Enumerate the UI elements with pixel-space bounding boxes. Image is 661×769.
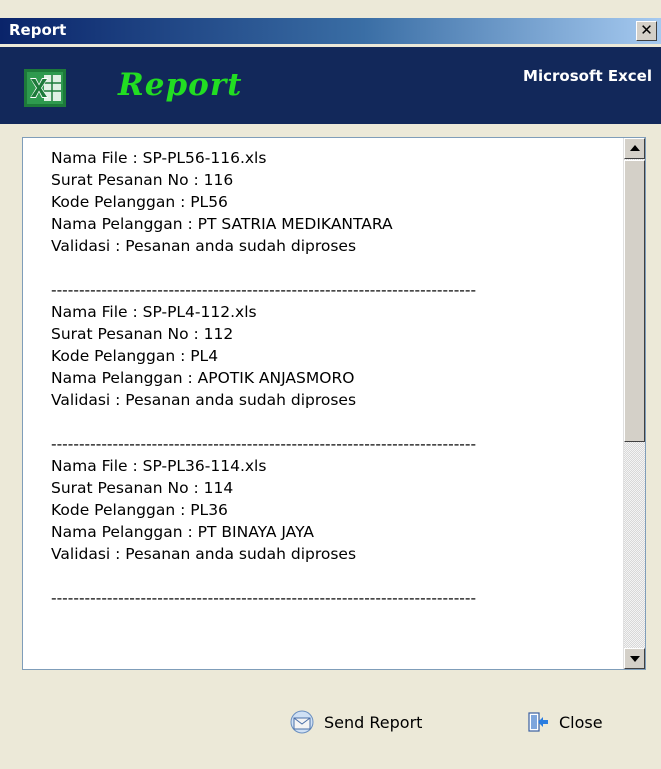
window-titlebar[interactable]: Report ✕ xyxy=(0,18,661,44)
close-x-icon: ✕ xyxy=(640,21,653,39)
record-customer-name: Nama Pelanggan : PT SATRIA MEDIKANTARA xyxy=(51,215,393,233)
record-separator: ----------------------------------------… xyxy=(51,281,477,299)
record-separator: ----------------------------------------… xyxy=(51,435,477,453)
record-file-name: Nama File : SP-PL36-114.xls xyxy=(51,457,267,475)
close-button[interactable]: Close xyxy=(526,706,603,738)
banner-title: Report xyxy=(118,67,243,103)
vertical-scrollbar[interactable] xyxy=(623,138,645,669)
scroll-thumb[interactable] xyxy=(624,160,645,442)
report-record: Nama File : SP-PL36-114.xls Surat Pesana… xyxy=(51,455,616,609)
scroll-down-button[interactable] xyxy=(624,648,645,669)
record-file-name: Nama File : SP-PL56-116.xls xyxy=(51,149,267,167)
report-record: Nama File : SP-PL56-116.xls Surat Pesana… xyxy=(51,147,616,301)
record-order-number: Surat Pesanan No : 112 xyxy=(51,325,234,343)
scroll-up-button[interactable] xyxy=(624,138,645,159)
report-content: Nama File : SP-PL56-116.xls Surat Pesana… xyxy=(51,147,616,609)
record-separator: ----------------------------------------… xyxy=(51,589,477,607)
record-validation: Validasi : Pesanan anda sudah diproses xyxy=(51,545,357,563)
record-order-number: Surat Pesanan No : 114 xyxy=(51,479,234,497)
record-file-name: Nama File : SP-PL4-112.xls xyxy=(51,303,257,321)
report-banner: Report Microsoft Excel xyxy=(0,47,661,124)
record-validation: Validasi : Pesanan anda sudah diproses xyxy=(51,391,357,409)
record-validation: Validasi : Pesanan anda sudah diproses xyxy=(51,237,357,255)
send-report-label: Send Report xyxy=(324,712,423,732)
window-close-button[interactable]: ✕ xyxy=(636,21,657,41)
arrow-up-icon xyxy=(630,145,640,151)
record-customer-name: Nama Pelanggan : APOTIK ANJASMORO xyxy=(51,369,355,387)
excel-icon xyxy=(24,69,66,107)
report-record: Nama File : SP-PL4-112.xls Surat Pesanan… xyxy=(51,301,616,455)
record-customer-code: Kode Pelanggan : PL36 xyxy=(51,501,228,519)
record-customer-code: Kode Pelanggan : PL56 xyxy=(51,193,228,211)
close-label: Close xyxy=(559,712,603,732)
arrow-down-icon xyxy=(630,656,640,662)
banner-product-name: Microsoft Excel xyxy=(523,67,652,85)
envelope-icon xyxy=(290,710,314,734)
record-customer-name: Nama Pelanggan : PT BINAYA JAYA xyxy=(51,523,314,541)
send-report-button[interactable]: Send Report xyxy=(289,706,422,738)
record-order-number: Surat Pesanan No : 116 xyxy=(51,171,234,189)
window-title: Report xyxy=(9,21,67,39)
record-customer-code: Kode Pelanggan : PL4 xyxy=(51,347,219,365)
report-textarea[interactable]: Nama File : SP-PL56-116.xls Surat Pesana… xyxy=(22,137,646,670)
exit-door-icon xyxy=(528,712,548,732)
